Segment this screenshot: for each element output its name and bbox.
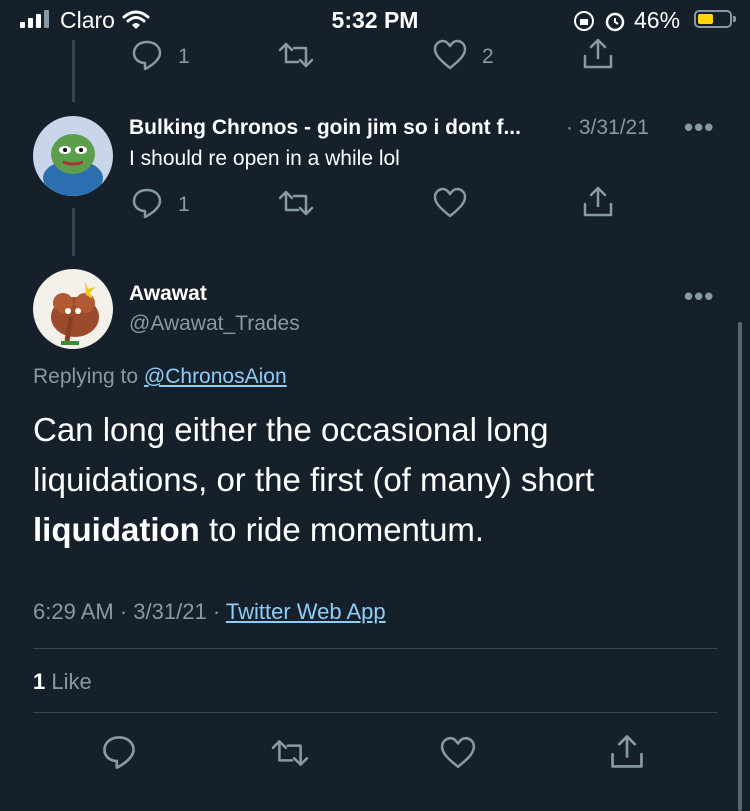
reply-button[interactable] (100, 733, 140, 773)
retweet-button[interactable] (276, 38, 316, 78)
like-button[interactable] (438, 735, 478, 775)
like-icon (440, 736, 476, 769)
tweet-text: Can long either the occasional long liqu… (33, 405, 703, 555)
divider (33, 648, 717, 649)
reply-date: · 3/31/21 (566, 116, 649, 139)
reply-icon (132, 40, 162, 71)
retweet-button[interactable] (268, 735, 312, 775)
tweet-text-bold: liquidation (33, 511, 200, 548)
orientation-lock-icon (574, 11, 594, 31)
replying-to-link[interactable]: @ChronosAion (144, 365, 287, 388)
retweet-icon (278, 190, 314, 216)
like-button[interactable]: 2 (432, 38, 512, 78)
reply-count: 1 (178, 45, 190, 68)
replying-prefix: Replying to (33, 365, 139, 388)
likes-summary[interactable]: 1 Like (33, 669, 92, 695)
reply-icon (103, 736, 135, 769)
like-icon (433, 39, 467, 70)
replying-to: Replying to @ChronosAion (33, 365, 287, 389)
tweet-time: 6:29 AM (33, 599, 114, 624)
status-bar: Claro 5:32 PM 46% (0, 0, 750, 40)
alarm-icon (605, 12, 625, 32)
divider (33, 712, 717, 713)
retweet-icon (278, 42, 314, 68)
retweet-button[interactable] (276, 186, 316, 226)
share-icon (611, 735, 643, 768)
likes-count: 1 (33, 669, 46, 694)
tweet-date: 3/31/21 (133, 599, 207, 624)
share-button[interactable] (607, 732, 647, 772)
tweet-meta: 6:29 AM · 3/31/21 · Twitter Web App (33, 599, 386, 624)
share-button[interactable] (580, 36, 616, 76)
thread-line (72, 208, 75, 256)
battery-icon (694, 10, 736, 28)
reply-button[interactable]: 1 (130, 38, 200, 78)
share-button[interactable] (580, 184, 616, 224)
reply-icon (132, 188, 162, 219)
like-icon (433, 187, 467, 218)
retweet-icon (271, 740, 309, 766)
reply-count: 1 (178, 193, 190, 216)
share-icon (583, 186, 613, 217)
more-button[interactable]: ••• (684, 112, 714, 143)
author-name[interactable]: Awawat (129, 282, 207, 306)
like-count: 2 (482, 45, 494, 68)
thread-line (72, 40, 75, 102)
share-icon (583, 38, 613, 69)
scrollbar[interactable] (738, 322, 742, 811)
tweet-text-part1: Can long either the occasional long liqu… (33, 411, 595, 498)
battery-percent: 46% (634, 7, 681, 33)
likes-label: Like (51, 669, 92, 694)
reply-text: I should re open in a while lol (129, 147, 400, 170)
like-button[interactable] (432, 186, 472, 226)
tweet-text-part2: to ride momentum. (199, 511, 485, 548)
author-handle[interactable]: @Awawat_Trades (129, 312, 300, 336)
reply-button[interactable]: 1 (130, 186, 200, 226)
reply-author-name[interactable]: Bulking Chronos - goin jim so i dont f..… (129, 116, 521, 140)
avatar[interactable] (33, 269, 113, 349)
more-button[interactable]: ••• (684, 281, 714, 312)
avatar[interactable] (33, 116, 113, 196)
source-link[interactable]: Twitter Web App (226, 599, 386, 624)
